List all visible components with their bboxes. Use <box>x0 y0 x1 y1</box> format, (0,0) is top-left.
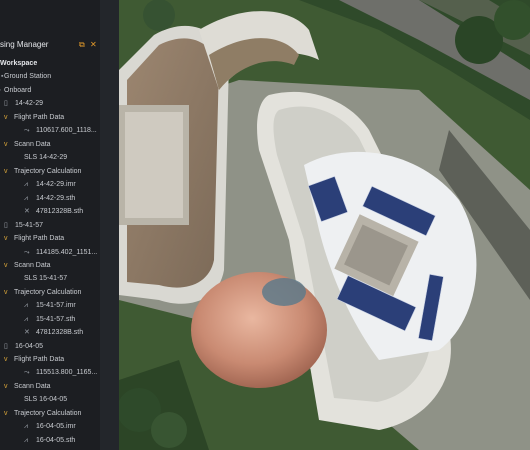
tree-node-ground-station[interactable]: ▪ Ground Station <box>0 70 100 84</box>
tree-file-trajectory[interactable]: ⩘ 14-42-29.sth <box>0 192 100 206</box>
path-icon: ⤳ <box>24 249 30 256</box>
tree-node-mission[interactable]: ▯ 16-04-05 <box>0 340 100 354</box>
tree-node-trajectory[interactable]: v Trajectory Calculation <box>0 286 100 300</box>
chevron-down-icon: v <box>4 262 8 269</box>
float-window-icon[interactable]: ⧉ <box>79 40 85 50</box>
tree-node-trajectory[interactable]: v Trajectory Calculation <box>0 407 100 421</box>
map-viewport[interactable] <box>119 0 530 450</box>
path-icon: ⤳ <box>24 127 30 134</box>
tree-file-scann[interactable]: SLS 16-04-05 <box>0 393 100 407</box>
tree-node-flight-path[interactable]: v Flight Path Data <box>0 232 100 246</box>
tree-node-scann-data[interactable]: v Scann Data <box>0 138 100 152</box>
tree-node-onboard[interactable]: ▫ Onboard <box>0 84 100 98</box>
runner-icon: ✕ <box>24 208 30 215</box>
tree-file-trajectory[interactable]: ⩘ 16-04-05.sth <box>0 434 100 448</box>
tree-file-scann[interactable]: SLS 15-41-57 <box>0 272 100 286</box>
trajectory-icon: ⩘ <box>24 195 28 202</box>
chevron-down-icon: v <box>4 410 8 417</box>
tree-node-mission[interactable]: ▯ 15-41-57 <box>0 219 100 233</box>
trajectory-icon: ⩘ <box>24 437 28 444</box>
tree-file-trajectory[interactable]: ⩘ 16-04-05.imr <box>0 420 100 434</box>
runner-icon: ✕ <box>24 329 30 336</box>
tree-node-mission[interactable]: ▯ 14-42-29 <box>0 97 100 111</box>
tree-file-trajectory[interactable]: ⩘ 15-41-57.sth <box>0 313 100 327</box>
trajectory-icon: ⩘ <box>24 423 28 430</box>
chevron-down-icon: v <box>4 289 8 296</box>
panel-splitter[interactable] <box>100 0 119 450</box>
chevron-down-icon: v <box>4 383 8 390</box>
tree-file-flight-path[interactable]: ⤳ 110617.600_1118... <box>0 124 100 138</box>
tree-file-trajectory[interactable]: ✕ 47812328B.sth <box>0 326 100 340</box>
tree-node-workspace[interactable]: v Workspace <box>0 57 100 71</box>
document-icon: ▯ <box>4 343 8 350</box>
chevron-down-icon: v <box>4 356 8 363</box>
tree-node-flight-path[interactable]: v Flight Path Data <box>0 353 100 367</box>
chevron-down-icon: v <box>4 141 8 148</box>
trajectory-icon: ⩘ <box>24 181 28 188</box>
tree-node-scann-data[interactable]: v Scann Data <box>0 259 100 273</box>
tree-file-flight-path[interactable]: ⤳ 114185.402_1151... <box>0 246 100 260</box>
trajectory-icon: ⩘ <box>24 302 28 309</box>
processing-manager-panel: sing Manager ⧉ ✕ v Workspace ▪ Ground St… <box>0 0 101 450</box>
chevron-down-icon: v <box>4 114 8 121</box>
panel-title: sing Manager <box>0 40 49 49</box>
document-icon: ▯ <box>4 100 8 107</box>
tree-node-flight-path[interactable]: v Flight Path Data <box>0 111 100 125</box>
aerial-image <box>119 0 530 450</box>
tree-file-trajectory[interactable]: ⩘ 15-41-57.imr <box>0 299 100 313</box>
tree-file-trajectory[interactable]: ✕ 47812328B.sth <box>0 205 100 219</box>
document-icon: ▯ <box>4 222 8 229</box>
path-icon: ⤳ <box>24 369 30 376</box>
tree-file-flight-path[interactable]: ⤳ 115513.800_1165... <box>0 366 100 380</box>
tree-node-trajectory[interactable]: v Trajectory Calculation <box>0 165 100 179</box>
tree-file-scann[interactable]: SLS 14-42-29 <box>0 151 100 165</box>
chevron-down-icon: v <box>4 235 8 242</box>
tree-file-trajectory[interactable]: ⩘ 14-42-29.imr <box>0 178 100 192</box>
trajectory-icon: ⩘ <box>24 316 28 323</box>
tree-node-scann-data[interactable]: v Scann Data <box>0 380 100 394</box>
panel-header: sing Manager ⧉ ✕ <box>0 38 100 54</box>
close-icon[interactable]: ✕ <box>90 40 97 49</box>
chevron-down-icon: v <box>4 168 8 175</box>
